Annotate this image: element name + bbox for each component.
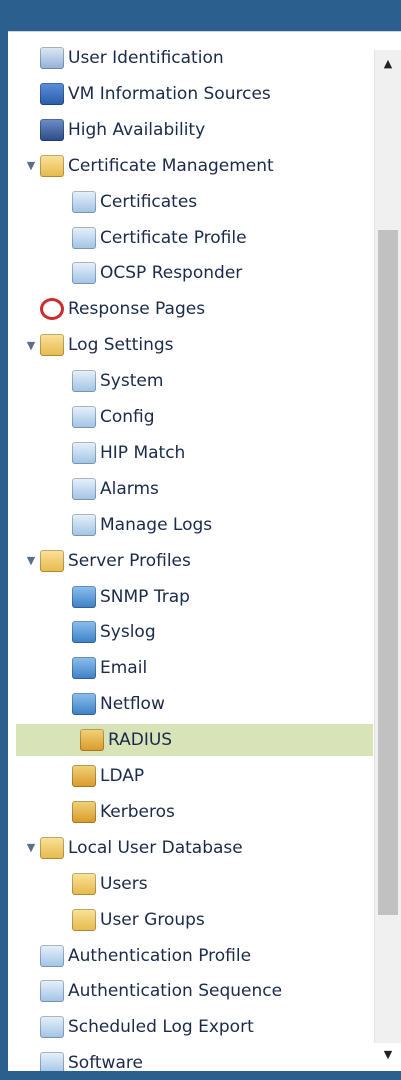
radius-icon	[80, 729, 104, 752]
netflow-icon	[72, 693, 96, 716]
system-log-icon	[72, 370, 96, 393]
tree-item-user-groups[interactable]: User Groups	[8, 904, 373, 936]
tree-item-label: Scheduled Log Export	[68, 1017, 254, 1038]
syslog-icon	[72, 621, 96, 644]
tree-item-label: Email	[100, 658, 148, 679]
tree-item-high-availability[interactable]: High Availability	[8, 114, 373, 146]
tree-item-config[interactable]: Config	[8, 401, 373, 433]
tree-item-label: SNMP Trap	[100, 586, 190, 607]
certificate-folder-icon	[40, 154, 64, 177]
tree-item-system[interactable]: System	[8, 365, 373, 397]
tree-item-radius[interactable]: RADIUS	[16, 724, 373, 757]
tree-item-netflow[interactable]: Netflow	[8, 688, 373, 720]
expand-toggle-icon[interactable]: ▼	[24, 159, 38, 173]
tree-item-alarms[interactable]: Alarms	[8, 473, 373, 505]
tree-item-label: Server Profiles	[68, 550, 191, 571]
tree-item-authentication-sequence[interactable]: Authentication Sequence	[8, 975, 373, 1007]
users-icon	[72, 872, 96, 895]
snmp-trap-icon	[72, 585, 96, 608]
authentication-profile-icon	[40, 944, 64, 967]
tree-item-scheduled-log-export[interactable]: Scheduled Log Export	[8, 1011, 373, 1043]
tree-item-users[interactable]: Users	[8, 868, 373, 900]
tree-item-label: Netflow	[100, 694, 165, 715]
certificate-icon	[72, 190, 96, 213]
tree-item-label: User Identification	[68, 48, 224, 68]
vertical-scrollbar[interactable]	[374, 50, 401, 1043]
tree-item-log-settings[interactable]: ▼ Log Settings	[8, 329, 373, 361]
tree-item-label: User Groups	[100, 909, 205, 930]
tree-item-label: RADIUS	[108, 730, 173, 751]
tree-item-label: Certificate Profile	[100, 227, 247, 248]
tree-item-label: Users	[100, 873, 148, 894]
expand-toggle-icon[interactable]: ▼	[24, 554, 38, 568]
tree-item-label: LDAP	[100, 766, 145, 786]
alarms-icon	[72, 477, 96, 500]
tree-item-server-profiles[interactable]: ▼ Server Profiles	[8, 545, 373, 577]
tree-item-vm-information-sources[interactable]: VM Information Sources	[8, 78, 373, 110]
vm-monitor-icon	[40, 82, 64, 105]
tree-item-email[interactable]: Email	[8, 652, 373, 684]
tree-item-certificate-management[interactable]: ▼ Certificate Management	[8, 150, 373, 182]
kerberos-icon	[72, 800, 96, 823]
manage-logs-icon	[72, 513, 96, 536]
tree-item-user-identification[interactable]: User Identification	[8, 42, 373, 74]
scheduled-log-export-icon	[40, 1016, 64, 1039]
tree-item-label: OCSP Responder	[100, 263, 243, 284]
ocsp-icon	[72, 262, 96, 285]
software-icon	[40, 1052, 64, 1071]
ldap-icon	[72, 765, 96, 787]
tree-item-certificates[interactable]: Certificates	[8, 186, 373, 218]
tree-item-label: Certificate Management	[68, 155, 274, 176]
hip-match-icon	[72, 441, 96, 464]
tree-item-label: HIP Match	[100, 442, 186, 463]
network-icon	[40, 118, 64, 141]
tree-item-label: Log Settings	[68, 335, 174, 356]
tree-item-label: Kerberos	[100, 801, 175, 822]
scrollbar-thumb[interactable]	[378, 230, 398, 915]
log-settings-folder-icon	[40, 334, 64, 357]
response-pages-icon	[40, 298, 64, 321]
tree-item-local-user-database[interactable]: ▼ Local User Database	[8, 832, 373, 864]
window-frame: User Identification VM Information Source…	[0, 0, 401, 1080]
tree-item-label: Authentication Sequence	[68, 981, 283, 1002]
tree-item-snmp-trap[interactable]: SNMP Trap	[8, 581, 373, 613]
local-user-db-folder-icon	[40, 836, 64, 859]
tree-item-label: VM Information Sources	[68, 83, 271, 104]
tree-item-ldap[interactable]: LDAP	[8, 760, 373, 792]
server-profiles-folder-icon	[40, 549, 64, 572]
tree-item-software[interactable]: Software	[8, 1047, 373, 1071]
scroll-down-button[interactable]: ▼	[375, 1043, 401, 1065]
tree-item-label: Software	[68, 1053, 143, 1071]
tree-item-ocsp-responder[interactable]: OCSP Responder	[8, 257, 373, 289]
config-log-icon	[72, 406, 96, 428]
tree-item-label: Config	[100, 407, 155, 427]
tree-item-label: Alarms	[100, 478, 159, 499]
tree-item-label: Syslog	[100, 622, 156, 643]
tree-item-label: Local User Database	[68, 837, 243, 858]
tree-item-response-pages[interactable]: Response Pages	[8, 293, 373, 325]
certificate-profile-icon	[72, 226, 96, 249]
navigation-panel: User Identification VM Information Source…	[8, 31, 401, 1071]
scroll-up-button[interactable]: ▲	[375, 52, 401, 74]
user-groups-icon	[72, 908, 96, 931]
tree-item-label: Certificates	[100, 191, 198, 212]
expand-toggle-icon[interactable]: ▼	[24, 841, 38, 855]
tree-item-label: Response Pages	[68, 299, 206, 320]
tree-item-certificate-profile[interactable]: Certificate Profile	[8, 222, 373, 254]
tree-item-syslog[interactable]: Syslog	[8, 616, 373, 648]
tree-item-label: Authentication Profile	[68, 945, 252, 966]
tree-item-manage-logs[interactable]: Manage Logs	[8, 509, 373, 541]
tree-item-label: System	[100, 371, 164, 392]
tree-item-hip-match[interactable]: HIP Match	[8, 437, 373, 469]
tree-item-label: Manage Logs	[100, 514, 213, 535]
tree-item-label: High Availability	[68, 119, 206, 140]
tree-item-authentication-profile[interactable]: Authentication Profile	[8, 940, 373, 972]
user-id-icon	[40, 47, 64, 69]
expand-toggle-icon[interactable]: ▼	[24, 338, 38, 352]
authentication-sequence-icon	[40, 980, 64, 1003]
email-icon	[72, 657, 96, 680]
tree-item-kerberos[interactable]: Kerberos	[8, 796, 373, 828]
